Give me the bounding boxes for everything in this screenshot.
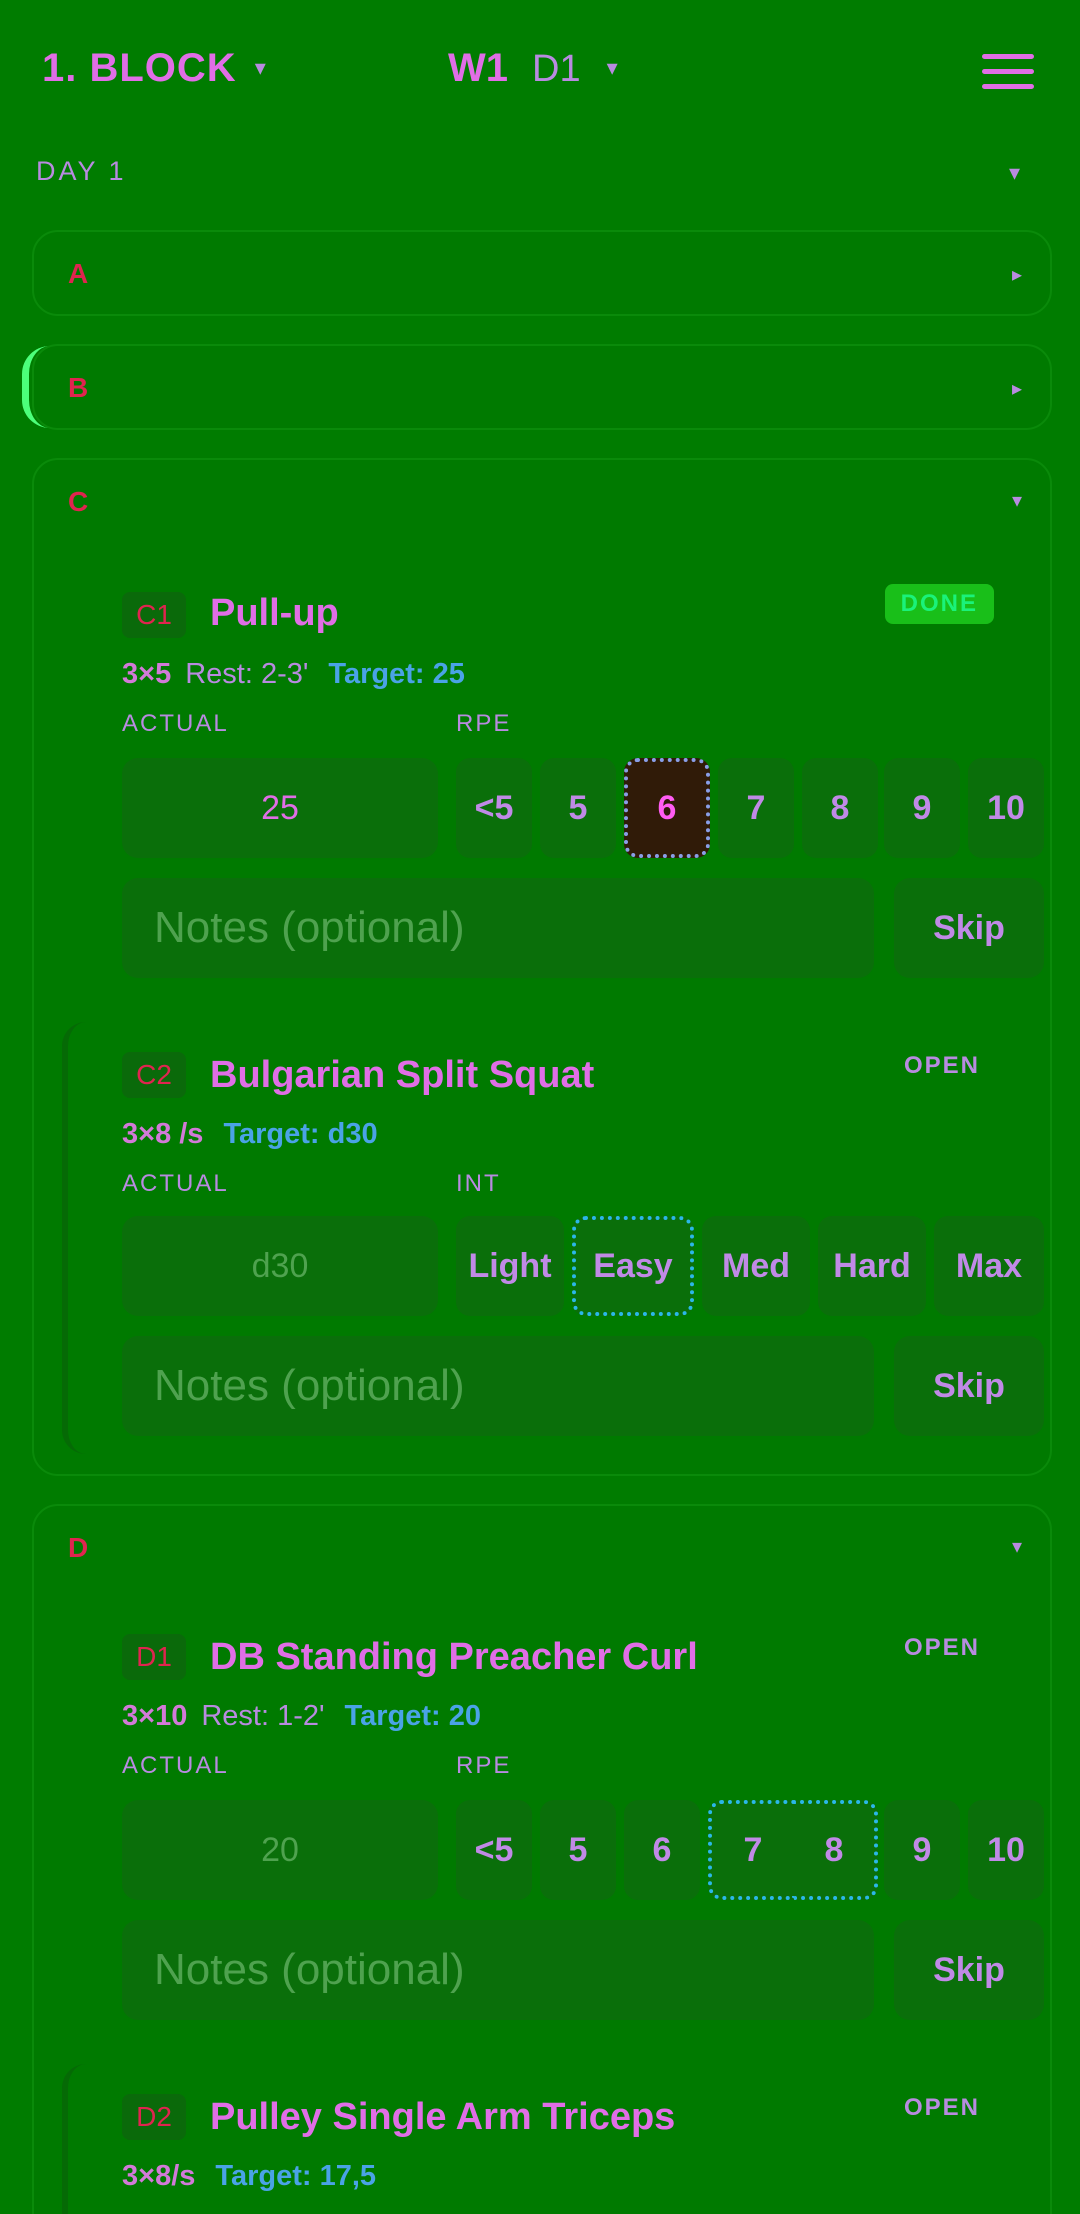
block-selector[interactable]: 1. BLOCK ▾ <box>42 46 267 91</box>
section-a[interactable]: A ▸ <box>32 230 1052 316</box>
hamburger-menu-icon[interactable] <box>982 52 1034 90</box>
day-selector-label: D1 <box>532 48 581 90</box>
rpe-option-5[interactable]: 5 <box>540 758 616 858</box>
expand-icon: ▸ <box>1011 378 1022 400</box>
rpe-label: RPE <box>456 1752 512 1779</box>
collapse-icon[interactable]: ▾ <box>1012 1534 1022 1559</box>
section-c-label[interactable]: C <box>68 486 88 518</box>
exercise-meta: 3×8/s Target: 17,5 <box>122 2160 376 2193</box>
notes-input[interactable]: Notes (optional) <box>122 1336 874 1436</box>
collapse-day-icon: ▾ <box>1008 160 1020 185</box>
top-bar: 1. BLOCK ▾ W1 D1 ▾ <box>0 0 1080 150</box>
actual-label: ACTUAL <box>122 710 229 737</box>
status-badge: OPEN <box>903 2094 980 2121</box>
exercise-code: C1 <box>122 592 186 638</box>
target-value: Target: d30 <box>223 1118 378 1150</box>
day-selector[interactable]: D1 ▾ <box>532 48 618 91</box>
rpe-option-6-selected[interactable]: 6 <box>624 758 710 858</box>
day-title: DAY 1 <box>36 156 127 186</box>
rpe-option-9[interactable]: 9 <box>884 758 960 858</box>
block-label: 1. BLOCK <box>42 46 237 90</box>
chevron-down-icon: ▾ <box>254 55 267 80</box>
rpe-option-6[interactable]: 6 <box>624 1800 700 1900</box>
exercise-code: C2 <box>122 1052 186 1098</box>
int-option-hard[interactable]: Hard <box>818 1216 926 1316</box>
exercise-name: Pull-up <box>210 592 339 634</box>
expand-icon: ▸ <box>1011 264 1022 286</box>
skip-button[interactable]: Skip <box>894 878 1044 978</box>
rpe-label: RPE <box>456 710 512 737</box>
intensity-label: INT <box>456 1170 501 1197</box>
rpe-option-5[interactable]: 5 <box>540 1800 616 1900</box>
exercise-card-d1: D1 DB Standing Preacher Curl OPEN 3×10 Re… <box>62 1622 1044 2042</box>
section-d: D ▾ D1 DB Standing Preacher Curl OPEN 3×… <box>32 1504 1052 2214</box>
exercise-meta: 3×10 Rest: 1-2' Target: 20 <box>122 1700 481 1733</box>
section-a-label: A <box>68 258 89 289</box>
sets-reps: 3×10 <box>122 1700 188 1732</box>
notes-input[interactable]: Notes (optional) <box>122 1920 874 2020</box>
status-badge: DONE <box>884 584 994 624</box>
collapse-icon[interactable]: ▾ <box>1012 488 1022 513</box>
actual-input[interactable]: d30 <box>122 1216 438 1316</box>
status-badge: OPEN <box>903 1052 980 1079</box>
target-value: Target: 20 <box>344 1700 481 1732</box>
rpe-option-7[interactable]: 7 <box>718 758 794 858</box>
rpe-option-10[interactable]: 10 <box>968 1800 1044 1900</box>
section-d-label[interactable]: D <box>68 1532 88 1564</box>
sets-reps: 3×5 <box>122 658 172 690</box>
int-option-easy[interactable]: Easy <box>572 1216 694 1316</box>
rest-time: Rest: 1-2' <box>201 1700 325 1732</box>
status-badge: OPEN <box>903 1634 980 1661</box>
rpe-option-8[interactable]: 8 <box>794 1800 878 1900</box>
int-option-max[interactable]: Max <box>934 1216 1044 1316</box>
exercise-name: Pulley Single Arm Triceps <box>210 2096 676 2138</box>
exercise-code: D2 <box>122 2094 186 2140</box>
target-value: Target: 17,5 <box>215 2160 377 2192</box>
actual-label: ACTUAL <box>122 1170 229 1197</box>
exercise-name: Bulgarian Split Squat <box>210 1054 595 1096</box>
int-option-med[interactable]: Med <box>702 1216 810 1316</box>
rpe-option-9[interactable]: 9 <box>884 1800 960 1900</box>
sets-reps: 3×8 /s <box>122 1118 204 1150</box>
int-option-light[interactable]: Light <box>456 1216 564 1316</box>
rpe-option-7[interactable]: 7 <box>708 1800 794 1900</box>
rpe-option-10[interactable]: 10 <box>968 758 1044 858</box>
rpe-option-8[interactable]: 8 <box>802 758 878 858</box>
exercise-card-d2: D2 Pulley Single Arm Triceps OPEN 3×8/s T… <box>62 2064 1030 2214</box>
actual-input[interactable]: 20 <box>122 1800 438 1900</box>
rest-time: Rest: 2-3' <box>185 658 309 690</box>
sets-reps: 3×8/s <box>122 2160 196 2192</box>
rpe-option-lt5[interactable]: <5 <box>456 1800 532 1900</box>
skip-button[interactable]: Skip <box>894 1336 1044 1436</box>
rpe-option-lt5[interactable]: <5 <box>456 758 532 858</box>
exercise-name: DB Standing Preacher Curl <box>210 1636 698 1678</box>
section-b[interactable]: B ▸ <box>32 344 1052 430</box>
actual-input[interactable]: 25 <box>122 758 438 858</box>
section-c: C ▾ C1 Pull-up DONE 3×5 Rest: 2-3' Target:… <box>32 458 1052 1476</box>
skip-button[interactable]: Skip <box>894 1920 1044 2020</box>
exercise-card-c2: C2 Bulgarian Split Squat OPEN 3×8 /s Targ… <box>62 1022 1044 1454</box>
target-value: Target: 25 <box>328 658 465 690</box>
actual-label: ACTUAL <box>122 1752 229 1779</box>
day-header[interactable]: DAY 1 ▾ <box>36 156 1036 196</box>
exercise-code: D1 <box>122 1634 186 1680</box>
week-label[interactable]: W1 <box>448 46 508 91</box>
section-b-label: B <box>68 372 89 403</box>
exercise-meta: 3×5 Rest: 2-3' Target: 25 <box>122 658 465 691</box>
exercise-meta: 3×8 /s Target: d30 <box>122 1118 378 1151</box>
exercise-card-c1: C1 Pull-up DONE 3×5 Rest: 2-3' Target: 25 … <box>62 580 1044 1000</box>
notes-input[interactable]: Notes (optional) <box>122 878 874 978</box>
chevron-down-icon: ▾ <box>606 55 618 80</box>
